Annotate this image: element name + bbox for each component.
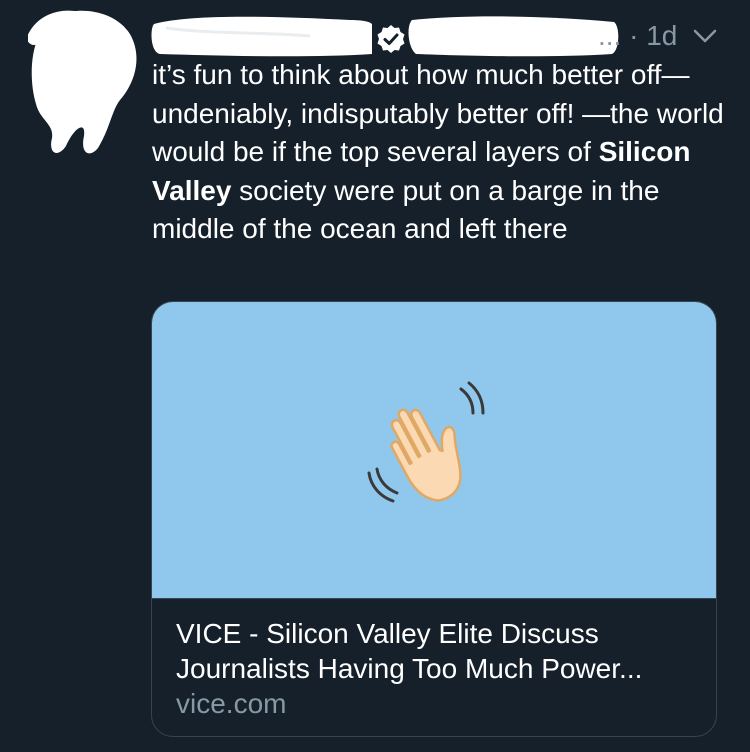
- tweet-timestamp[interactable]: 1d: [646, 20, 677, 51]
- tweet[interactable]: ... · 1d it’s fun to think about how muc…: [0, 0, 750, 752]
- card-image[interactable]: [152, 302, 716, 598]
- waving-hand-icon: [367, 381, 485, 503]
- card-domain: vice.com: [176, 688, 287, 719]
- chevron-down-icon[interactable]: [692, 26, 718, 46]
- card-title[interactable]: VICE - Silicon Valley Elite Discuss Jour…: [176, 616, 696, 686]
- meta-prefix: ... ·: [598, 20, 647, 51]
- tweet-text: it’s fun to think about how much better …: [152, 56, 732, 249]
- link-preview-card[interactable]: VICE - Silicon Valley Elite Discuss Jour…: [151, 301, 717, 737]
- avatar[interactable]: [28, 8, 140, 158]
- verified-badge-icon: [377, 25, 405, 53]
- tweet-header: ... · 1d: [150, 14, 730, 58]
- tweet-meta: ... · 1d: [598, 18, 677, 54]
- card-divider: [152, 598, 716, 599]
